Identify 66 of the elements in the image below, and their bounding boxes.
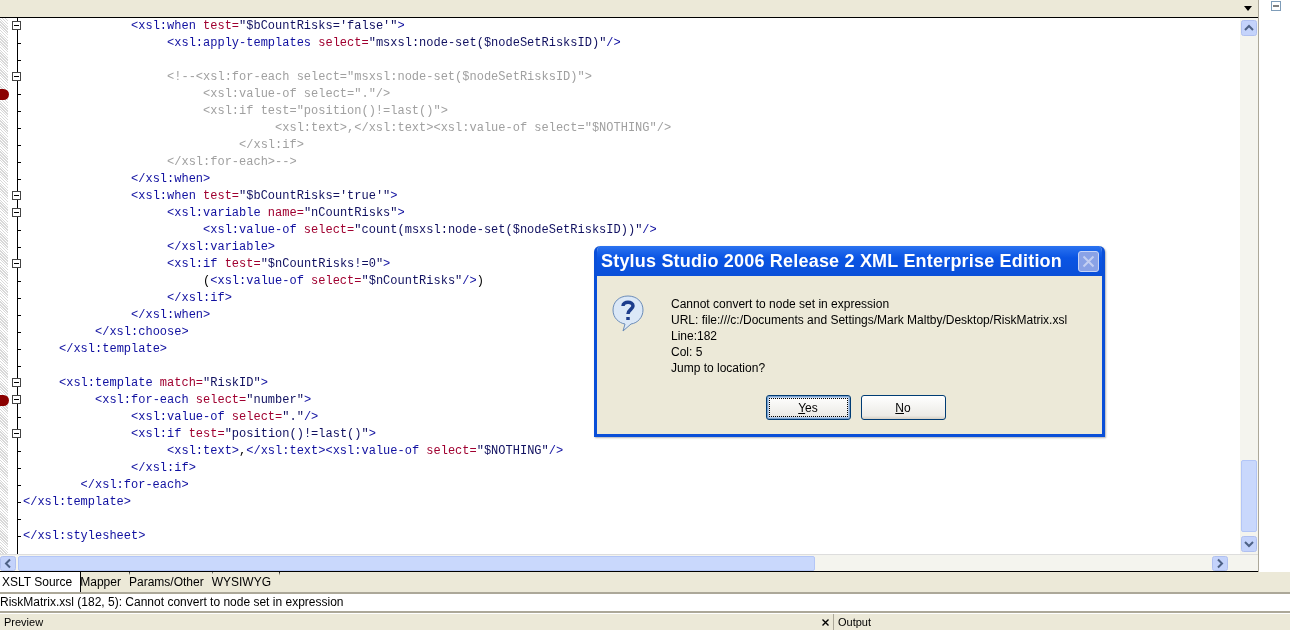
panel-title: Output: [837, 614, 873, 630]
dialog-button[interactable]: Yes: [765, 395, 851, 420]
code-line: <xsl:when test="$bCountRisks='true'">: [130, 188, 398, 205]
code-line: </xsl:for-each>-->: [166, 154, 297, 171]
message-text: Cannot convert to node set in expression: [671, 296, 891, 312]
dialog-button[interactable]: No: [860, 395, 946, 420]
collapse-icon[interactable]: [12, 191, 21, 200]
message-text: Line:182: [671, 328, 719, 344]
status-message: RiskMatrix.xsl (182, 5): Cannot convert to node set in expression: [0, 594, 1290, 613]
vertical-scrollbar[interactable]: [1240, 18, 1258, 554]
message-text: Jump to location?: [671, 360, 767, 376]
collapse-icon[interactable]: [12, 259, 21, 268]
breakpoint-icon[interactable]: [0, 395, 9, 406]
code-line: <xsl:text>,</xsl:text><xsl:value-of select="$NOTHING"/>: [166, 443, 564, 460]
code-line: <xsl:if test="position()!=last()">: [130, 426, 376, 443]
close-icon[interactable]: [822, 618, 829, 626]
panel-title: Preview: [3, 614, 45, 630]
code-line: </xsl:if>: [238, 137, 304, 154]
code-line: <xsl:value-of select="."/>: [202, 86, 391, 103]
code-line: <xsl:variable name="nCountRisks">: [166, 205, 405, 222]
editor-tab[interactable]: Mapper: [77, 572, 130, 592]
code-line: </xsl:template>: [58, 341, 168, 358]
code-line: <xsl:template match="RiskID">: [58, 375, 268, 392]
scroll-down-icon[interactable]: [1241, 536, 1257, 552]
code-line: <xsl:value-of select="count(msxsl:node-set($nodeSetRisksID))"/>: [202, 222, 657, 239]
editor-tab[interactable]: WYSIWYG: [208, 572, 280, 592]
breakpoint-icon[interactable]: [0, 89, 9, 100]
code-line: </xsl:when>: [130, 307, 211, 324]
dropdown-icon[interactable]: [1244, 6, 1252, 11]
code-line: <xsl:apply-templates select="msxsl:node-set($nodeSetRisksID)"/>: [166, 35, 621, 52]
collapse-icon[interactable]: [12, 21, 21, 30]
scroll-thumb[interactable]: [1241, 460, 1257, 532]
collapse-icon[interactable]: [12, 72, 21, 81]
collapse-icon[interactable]: [12, 395, 21, 404]
scroll-thumb[interactable]: [18, 555, 815, 571]
code-line: </xsl:when>: [130, 171, 211, 188]
scroll-left-icon[interactable]: [0, 555, 16, 571]
close-button[interactable]: [1078, 250, 1099, 272]
code-line: <xsl:when test="$bCountRisks='false'">: [130, 18, 405, 35]
collapse-icon[interactable]: [12, 208, 21, 217]
code-line: </xsl:stylesheet>: [23, 528, 146, 545]
code-line: </xsl:for-each>: [79, 477, 189, 494]
collapse-icon[interactable]: [12, 378, 21, 387]
code-line: <xsl:if test="position()!=last()">: [202, 103, 448, 120]
code-line: <!--<xsl:for-each select="msxsl:node-set($nodeSetRisksID)">: [166, 69, 592, 86]
message-text: URL: file:///c:/Documents and Settings/Mark Maltby/Desktop/RiskMatrix.xsl: [671, 312, 1068, 328]
scroll-right-icon[interactable]: [1212, 555, 1228, 571]
code-line: <xsl:if test="$nCountRisks!=0">: [166, 256, 391, 273]
question-icon: [611, 294, 645, 332]
code-line: <xsl:value-of select="."/>: [130, 409, 319, 426]
editor-tab[interactable]: Params/Other: [125, 572, 213, 592]
code-line: </xsl:if>: [130, 460, 196, 477]
code-line: </xsl:template>: [23, 494, 132, 511]
code-line: <xsl:for-each select="number">: [94, 392, 312, 409]
collapse-icon[interactable]: [12, 429, 21, 438]
code-line: <xsl:text>,</xsl:text><xsl:value-of select="$NOTHING"/>: [274, 120, 672, 137]
code-line: (<xsl:value-of select="$nCountRisks"/>): [202, 273, 484, 290]
code-line: </xsl:variable>: [166, 239, 276, 256]
editor-tab[interactable]: XSLT Source: [0, 572, 82, 592]
horizontal-scrollbar[interactable]: [0, 554, 1258, 572]
code-line: </xsl:choose>: [94, 324, 189, 341]
close-icon: [1082, 254, 1095, 268]
code-line: </xsl:if>: [166, 290, 232, 307]
dialog-title: Stylus Studio 2006 Release 2 XML Enterprise Edition: [601, 250, 1062, 272]
message-text: Col: 5: [671, 344, 704, 360]
scroll-up-icon[interactable]: [1241, 20, 1257, 36]
